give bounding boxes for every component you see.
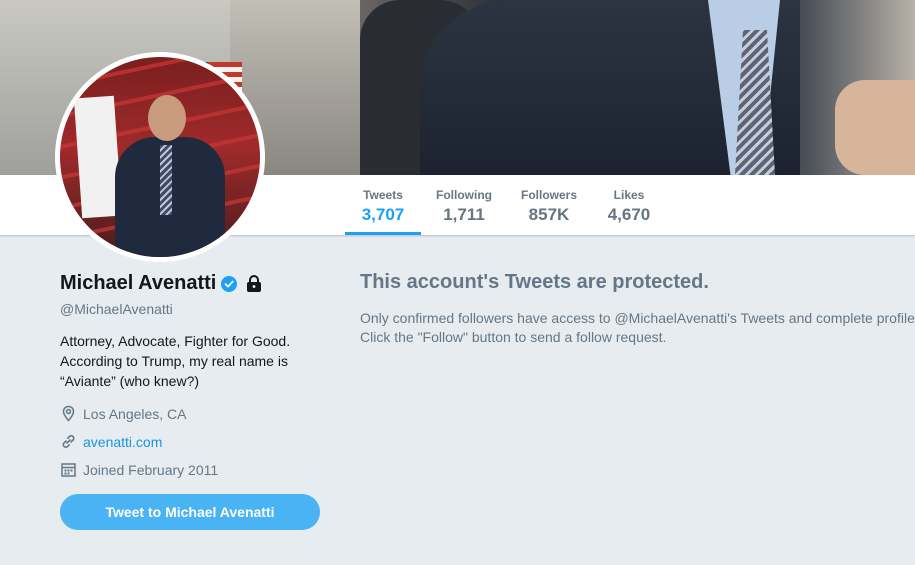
protected-message-line: Only confirmed followers have access to … bbox=[360, 310, 915, 326]
stat-label: Tweets bbox=[363, 188, 403, 202]
stat-label: Following bbox=[436, 188, 492, 202]
stat-value: 4,670 bbox=[607, 205, 651, 224]
joined-text: Joined February 2011 bbox=[83, 461, 219, 478]
following-stat[interactable]: Following 1,711 bbox=[426, 175, 502, 235]
protected-title: This account's Tweets are protected. bbox=[360, 271, 709, 293]
location-text: Los Angeles, CA bbox=[83, 405, 187, 422]
profile-bio: Attorney, Advocate, Fighter for Good. Ac… bbox=[60, 331, 310, 391]
profile-name[interactable]: Michael Avenatti bbox=[60, 272, 216, 295]
stat-value: 1,711 bbox=[443, 205, 485, 224]
followers-stat[interactable]: Followers 857K bbox=[510, 175, 588, 235]
profile-handle[interactable]: @MichaelAvenatti bbox=[60, 301, 173, 317]
profile-website: avenatti.com bbox=[60, 433, 162, 450]
profile-location: Los Angeles, CA bbox=[60, 405, 187, 422]
tweets-stat[interactable]: Tweets 3,707 bbox=[345, 175, 421, 235]
tweet-to-button[interactable]: Tweet to Michael Avenatti bbox=[60, 494, 320, 530]
profile-avatar[interactable] bbox=[55, 52, 265, 262]
protected-message-line: Click the "Follow" button to send a foll… bbox=[360, 329, 667, 345]
stat-label: Likes bbox=[613, 188, 645, 202]
website-link[interactable]: avenatti.com bbox=[83, 434, 162, 450]
verified-badge-icon[interactable] bbox=[221, 275, 238, 292]
stat-value: 3,707 bbox=[361, 205, 405, 224]
stat-label: Followers bbox=[520, 188, 577, 202]
lock-icon bbox=[245, 274, 263, 293]
profile-joined: Joined February 2011 bbox=[60, 461, 218, 478]
calendar-icon bbox=[61, 463, 76, 477]
likes-stat[interactable]: Likes 4,670 bbox=[596, 175, 662, 235]
protected-message: Only confirmed followers have access to … bbox=[360, 309, 915, 347]
link-icon bbox=[62, 435, 75, 448]
bio-line: According to Trump, my real name is bbox=[60, 353, 288, 369]
stat-value: 857K bbox=[528, 205, 570, 224]
bio-line: Attorney, Advocate, Fighter for Good. bbox=[60, 333, 291, 349]
bio-line: “Aviante” (who knew?) bbox=[60, 373, 200, 389]
location-pin-icon bbox=[62, 405, 75, 422]
profile-name-row: Michael Avenatti bbox=[60, 272, 263, 295]
